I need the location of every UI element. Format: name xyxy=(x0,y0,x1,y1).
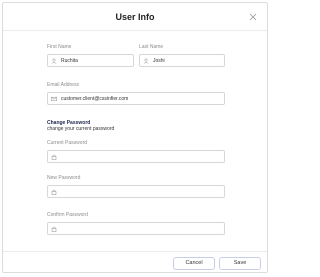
lock-icon xyxy=(51,189,57,195)
current-password-field[interactable] xyxy=(47,150,225,163)
new-password-label: New Password xyxy=(47,175,81,181)
save-button[interactable]: Save xyxy=(219,257,261,270)
first-name-value: Ruchita xyxy=(61,57,78,64)
lock-icon xyxy=(51,226,57,232)
envelope-icon xyxy=(51,96,57,102)
new-password-field[interactable] xyxy=(47,185,225,198)
change-password-subtitle: change your current password xyxy=(47,126,115,132)
user-info-dialog: User Info First Name Ruchita Last Name J… xyxy=(2,2,268,273)
email-field[interactable]: customer.client@cssinfier.com xyxy=(47,92,225,105)
cancel-button[interactable]: Cancel xyxy=(173,257,215,270)
last-name-label: Last Name xyxy=(139,44,164,50)
email-value: customer.client@cssinfier.com xyxy=(61,95,129,102)
dialog-title: User Info xyxy=(115,12,155,22)
confirm-password-label: Confirm Password xyxy=(47,212,88,218)
last-name-value: Joshi xyxy=(153,57,165,64)
user-icon xyxy=(143,58,149,64)
confirm-password-field[interactable] xyxy=(47,222,225,235)
first-name-field[interactable]: Ruchita xyxy=(47,54,134,67)
current-password-label: Current Password xyxy=(47,140,88,146)
close-icon[interactable] xyxy=(249,13,257,21)
email-label: Email Address xyxy=(47,82,79,88)
lock-icon xyxy=(51,154,57,160)
last-name-field[interactable]: Joshi xyxy=(139,54,225,67)
user-icon xyxy=(51,58,57,64)
first-name-label: First Name xyxy=(47,44,72,50)
footer-divider xyxy=(3,251,267,252)
header-divider xyxy=(3,30,267,31)
